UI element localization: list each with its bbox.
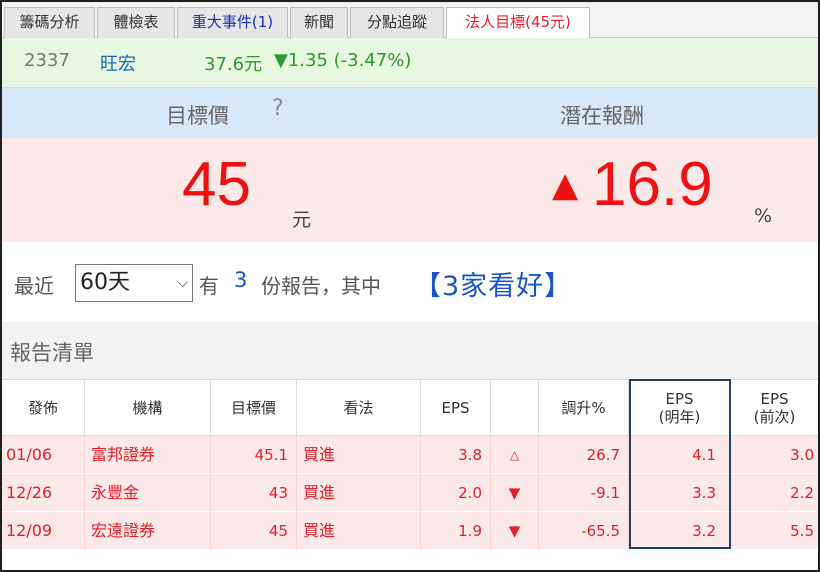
col-target[interactable]: 目標價 [211, 380, 297, 436]
cell-target: 45 [211, 512, 297, 550]
col-direction [491, 380, 539, 436]
stock-price: 37.6元 [204, 54, 263, 75]
col-eps-next-year[interactable]: EPS (明年) [629, 380, 731, 436]
table-row[interactable]: 12/09 宏遠證券 45 買進 1.9 ▼ -65.5 3.2 5.5 [2, 512, 818, 550]
cell-broker: 永豐金 [85, 474, 211, 512]
stock-code: 2337 [24, 50, 70, 71]
cell-broker: 宏遠證券 [85, 512, 211, 550]
help-icon[interactable]: ? [272, 96, 284, 121]
cell-view: 買進 [297, 474, 421, 512]
cell-view: 買進 [297, 512, 421, 550]
tab-branch-tracking[interactable]: 分點追蹤 [350, 7, 444, 38]
tab-chip-analysis[interactable]: 籌碼分析 [4, 7, 95, 38]
col-adjust-pct[interactable]: 調升% [539, 380, 629, 436]
cell-adjust-pct: -65.5 [539, 512, 629, 550]
report-list-header: 報告清單 [2, 322, 818, 380]
cell-adjust-pct: -9.1 [539, 474, 629, 512]
chevron-down-icon: ⌵ [177, 275, 188, 291]
cell-date: 01/06 [2, 436, 85, 474]
up-triangle-icon: ▲ [552, 165, 579, 205]
potential-return-value: 16.9 [592, 150, 713, 219]
target-price-label: 目標價 [166, 104, 229, 128]
filter-has: 有 [199, 274, 219, 298]
report-count: 3 [234, 268, 248, 292]
cell-eps: 1.9 [421, 512, 491, 550]
cell-eps-next: 4.1 [629, 436, 731, 474]
cell-eps-next: 3.3 [629, 474, 731, 512]
potential-return-unit: % [754, 205, 773, 227]
table-row[interactable]: 01/06 富邦證券 45.1 買進 3.8 △ 26.7 4.1 3.0 [2, 436, 818, 474]
report-list-title: 報告清單 [10, 341, 94, 365]
cell-view: 買進 [297, 436, 421, 474]
cell-target: 45.1 [211, 436, 297, 474]
cell-date: 12/09 [2, 512, 85, 550]
tab-bar: 籌碼分析 體檢表 重大事件(1) 新聞 分點追蹤 法人目標(45元) [2, 2, 818, 39]
period-select-value: 60天 [80, 270, 130, 295]
col-eps[interactable]: EPS [421, 380, 491, 436]
col-date[interactable]: 發佈 [2, 380, 85, 436]
tab-major-events[interactable]: 重大事件(1) [177, 7, 288, 38]
stock-info-bar: 2337 旺宏 37.6元 ▼1.35 (-3.47%) [2, 38, 818, 88]
cell-eps-next: 3.2 [629, 512, 731, 550]
tab-health-check[interactable]: 體檢表 [97, 7, 175, 38]
cell-eps: 3.8 [421, 436, 491, 474]
target-price-value: 45 [182, 150, 251, 219]
report-filter-row: 最近 60天 ⌵ 有 3 份報告，其中 【3家看好】 [2, 242, 818, 322]
table-header: 發佈 機構 目標價 看法 EPS 調升% EPS (明年) EPS (前次) [2, 380, 818, 436]
col-eps-previous[interactable]: EPS (前次) [731, 380, 818, 436]
down-triangle-icon: ▼ [491, 474, 539, 512]
filter-suffix: 份報告，其中 [261, 274, 381, 298]
col-broker[interactable]: 機構 [85, 380, 211, 436]
cell-adjust-pct: 26.7 [539, 436, 629, 474]
target-price-unit: 元 [292, 209, 312, 231]
cell-eps: 2.0 [421, 474, 491, 512]
cell-eps-prev: 2.2 [790, 484, 814, 502]
period-select[interactable]: 60天 ⌵ [75, 264, 193, 302]
bullish-count-link[interactable]: 【3家看好】 [414, 264, 572, 303]
potential-return-label: 潛在報酬 [560, 104, 644, 128]
up-hollow-triangle-icon: △ [491, 436, 539, 474]
summary-label-band: 目標價 ? 潛在報酬 [2, 88, 818, 138]
table-row[interactable]: 12/26 永豐金 43 買進 2.0 ▼ -9.1 3.3 2.2 [2, 474, 818, 512]
cell-date: 12/26 [2, 474, 85, 512]
filter-prefix: 最近 [14, 274, 54, 298]
app-frame: 籌碼分析 體檢表 重大事件(1) 新聞 分點追蹤 法人目標(45元) 2337 … [0, 0, 820, 572]
cell-broker: 富邦證券 [85, 436, 211, 474]
cell-eps-prev: 3.0 [790, 446, 814, 464]
col-view[interactable]: 看法 [297, 380, 421, 436]
tab-institutional-target[interactable]: 法人目標(45元) [446, 7, 590, 39]
cell-eps-prev: 5.5 [790, 522, 814, 540]
cell-target: 43 [211, 474, 297, 512]
stock-change: ▼1.35 (-3.47%) [274, 50, 412, 71]
down-triangle-icon: ▼ [491, 512, 539, 550]
tab-news[interactable]: 新聞 [290, 7, 348, 38]
stock-name-link[interactable]: 旺宏 [100, 50, 136, 76]
